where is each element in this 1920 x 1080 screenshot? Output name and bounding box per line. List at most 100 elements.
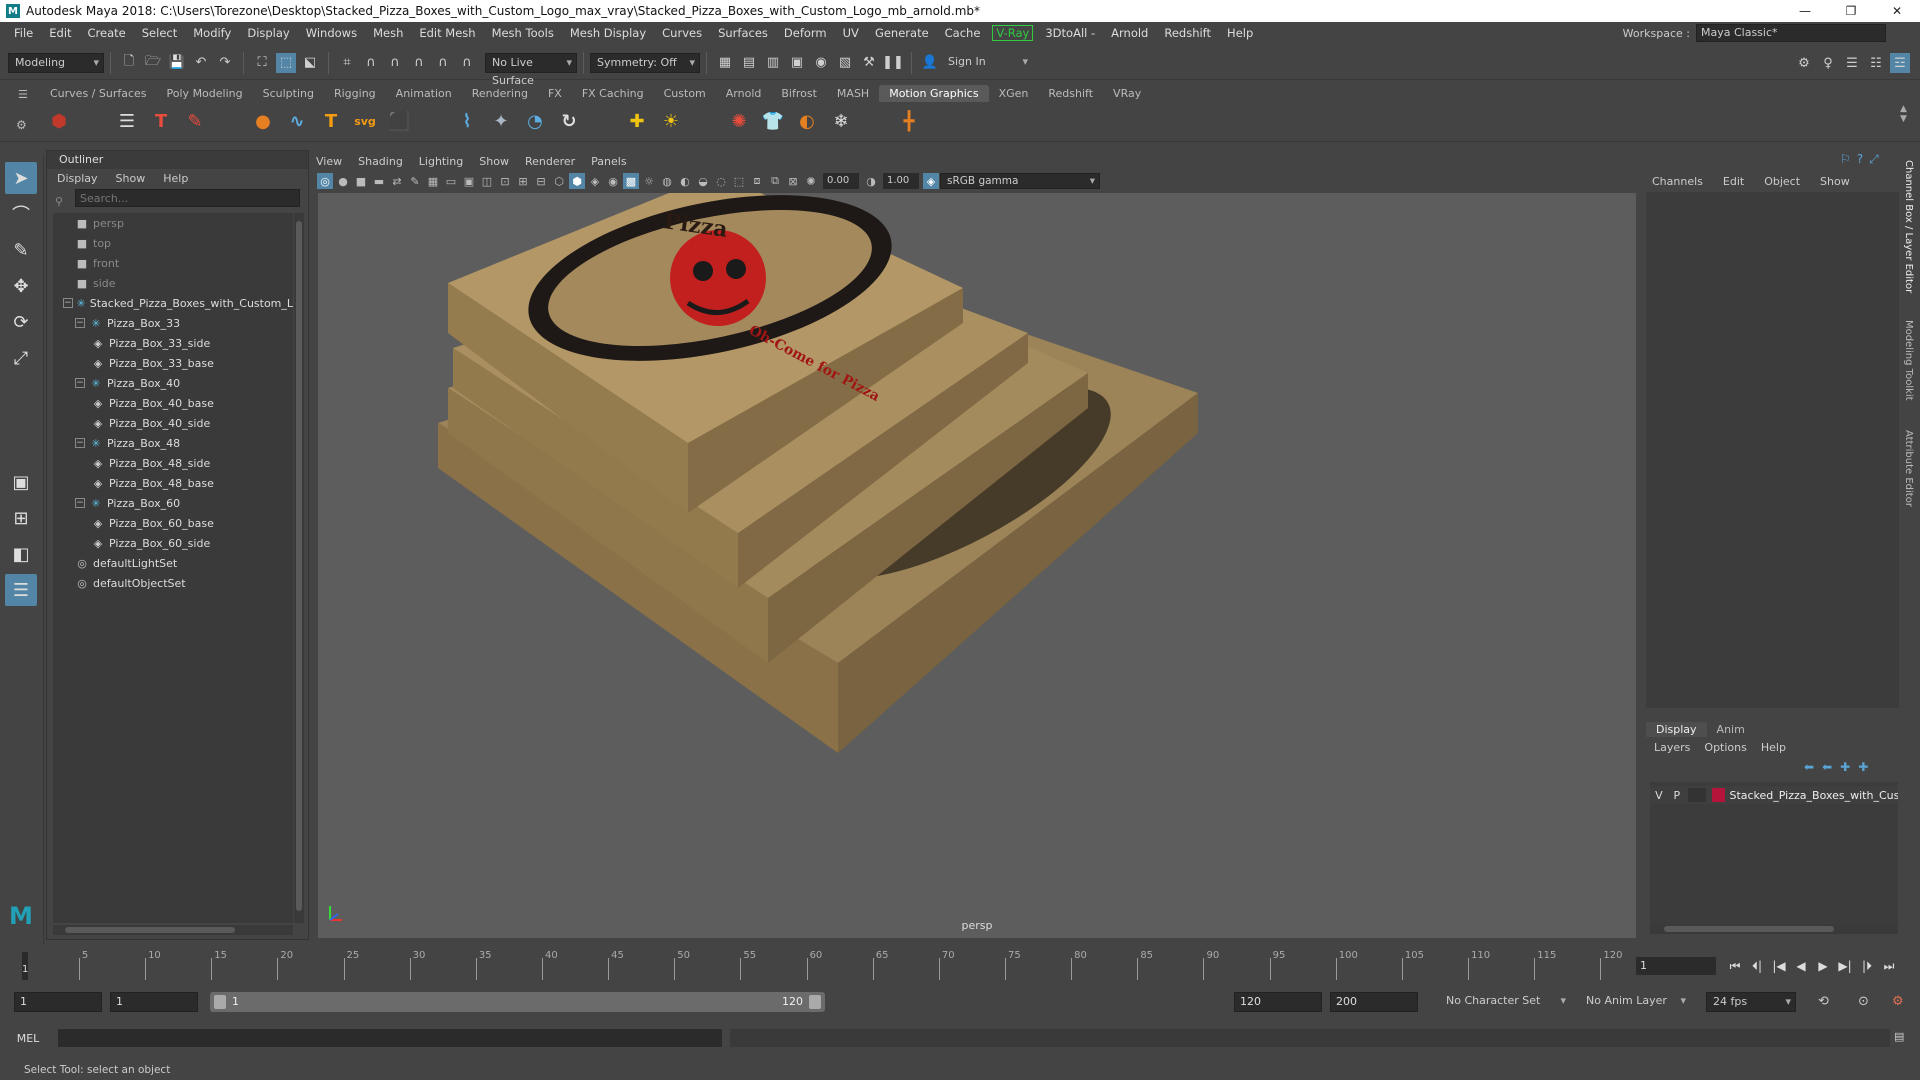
- viewport-menu-shading[interactable]: Shading: [358, 155, 403, 168]
- menu-deform[interactable]: Deform: [776, 26, 835, 40]
- go-to-end-icon[interactable]: ⏭: [1878, 959, 1900, 974]
- svg-icon[interactable]: svg: [350, 106, 380, 136]
- xray-joints-icon[interactable]: ⧉: [767, 173, 783, 189]
- viewport-menu-show[interactable]: Show: [479, 155, 509, 168]
- light-icon[interactable]: ☀: [656, 106, 686, 136]
- scrollbar-thumb[interactable]: [296, 221, 302, 911]
- step-forward-key-icon[interactable]: |⏵: [1856, 959, 1878, 974]
- tree-node-pizza-box-33[interactable]: − ✳ Pizza_Box_33: [53, 313, 293, 333]
- menu-mesh-tools[interactable]: Mesh Tools: [484, 26, 562, 40]
- shelf-tab-sculpting[interactable]: Sculpting: [253, 85, 324, 102]
- tree-node-default-object-set[interactable]: ◎ defaultObjectSet: [53, 573, 293, 593]
- locator-icon[interactable]: ╋: [894, 106, 924, 136]
- render-settings-icon[interactable]: ▣: [787, 53, 807, 73]
- depth-of-field-icon[interactable]: ◌: [713, 173, 729, 189]
- move-layer-down-icon[interactable]: ⬅: [1822, 760, 1832, 774]
- go-to-start-icon[interactable]: ⏮: [1724, 959, 1746, 974]
- repro-icon[interactable]: ◔: [520, 106, 550, 136]
- tree-node-persp[interactable]: ■ persp: [53, 213, 293, 233]
- tree-node-pizza-box-40-side[interactable]: ◈ Pizza_Box_40_side: [53, 413, 293, 433]
- snap-surface-icon[interactable]: ∩: [433, 53, 453, 73]
- layer-row[interactable]: V P Stacked_Pizza_Boxes_with_Cus: [1650, 786, 1898, 804]
- snap-live-icon[interactable]: ∩: [457, 53, 477, 73]
- motion-blur-icon[interactable]: ◐: [677, 173, 693, 189]
- snap-grid-icon[interactable]: ⌗: [337, 53, 357, 73]
- box-icon[interactable]: ⬛: [384, 106, 414, 136]
- filter-icon[interactable]: ⚲: [55, 195, 63, 208]
- character-set-dropdown[interactable]: No Character Set: [1440, 992, 1570, 1012]
- sphere-icon[interactable]: ●: [248, 106, 278, 136]
- tree-node-pizza-box-40-base[interactable]: ◈ Pizza_Box_40_base: [53, 393, 293, 413]
- layer-playback-toggle[interactable]: P: [1668, 789, 1686, 802]
- two-d-pan-icon[interactable]: ⇄: [389, 173, 405, 189]
- bookmark-icon[interactable]: ■: [353, 173, 369, 189]
- save-scene-icon[interactable]: 💾: [167, 53, 187, 73]
- close-button[interactable]: ✕: [1874, 0, 1920, 22]
- expand-icon[interactable]: ⤢: [1869, 152, 1879, 167]
- lasso-tool-icon[interactable]: ⌒: [5, 198, 37, 230]
- dynamics-icon[interactable]: ⌇: [452, 106, 482, 136]
- channel-menu-channels[interactable]: Channels: [1652, 175, 1703, 188]
- paint-select-tool-icon[interactable]: ✎: [5, 234, 37, 266]
- layer-menu-layers[interactable]: Layers: [1654, 741, 1690, 754]
- playback-start-field[interactable]: 1: [110, 992, 198, 1012]
- exposure-icon[interactable]: ✺: [803, 173, 819, 189]
- fps-dropdown[interactable]: 24 fps: [1706, 992, 1796, 1012]
- open-scene-icon[interactable]: 🗁: [143, 53, 163, 73]
- shelf-tab-mash[interactable]: MASH: [827, 85, 879, 102]
- menu-modify[interactable]: Modify: [185, 26, 239, 40]
- safe-title-icon[interactable]: ⊟: [533, 173, 549, 189]
- mel-input[interactable]: [58, 1029, 722, 1047]
- shelf-tab-fx[interactable]: FX: [538, 85, 572, 102]
- menu-curves[interactable]: Curves: [654, 26, 710, 40]
- animation-end-field[interactable]: 200: [1330, 992, 1418, 1012]
- scrollbar-thumb[interactable]: [65, 927, 235, 933]
- menu-set-dropdown[interactable]: Modeling: [8, 52, 104, 73]
- step-back-frame-icon[interactable]: |◀: [1768, 959, 1790, 973]
- tree-node-pizza-box-48[interactable]: − ✳ Pizza_Box_48: [53, 433, 293, 453]
- anti-aliasing-icon[interactable]: ◒: [695, 173, 711, 189]
- play-backwards-icon[interactable]: ◀: [1790, 959, 1812, 973]
- mash-network-icon[interactable]: ⬢: [44, 106, 74, 136]
- single-view-layout-icon[interactable]: ▣: [5, 466, 37, 498]
- select-tool-icon[interactable]: ➤: [5, 162, 37, 194]
- shelf-tab-rendering[interactable]: Rendering: [462, 85, 538, 102]
- range-start-handle[interactable]: [214, 995, 226, 1009]
- outliner-search-input[interactable]: [75, 189, 300, 207]
- outliner-menu-show[interactable]: Show: [116, 172, 146, 185]
- animation-start-field[interactable]: 1: [14, 992, 102, 1012]
- collapse-toggle[interactable]: −: [75, 498, 85, 508]
- menu-help[interactable]: Help: [1219, 26, 1261, 40]
- field-chart-icon[interactable]: ⊡: [497, 173, 513, 189]
- pause-icon[interactable]: ❚❚: [882, 53, 904, 73]
- shelf-scroll-icon[interactable]: ▲ ▼: [1900, 104, 1907, 124]
- color-management-icon[interactable]: ◈: [923, 173, 939, 189]
- layer-menu-help[interactable]: Help: [1761, 741, 1786, 754]
- shelf-tab-rigging[interactable]: Rigging: [324, 85, 386, 102]
- tree-node-root-group[interactable]: − ✳ Stacked_Pizza_Boxes_with_Custom_Lo: [53, 293, 293, 313]
- ambient-occlusion-icon[interactable]: ◍: [659, 173, 675, 189]
- tree-node-pizza-box-60-base[interactable]: ◈ Pizza_Box_60_base: [53, 513, 293, 533]
- four-view-layout-icon[interactable]: ⊞: [5, 502, 37, 534]
- auto-key-icon[interactable]: ⊙: [1858, 994, 1869, 1009]
- light-editor-icon[interactable]: ⚒: [859, 53, 879, 73]
- cloth-icon[interactable]: 👕: [758, 106, 788, 136]
- select-component-icon[interactable]: ⬕: [300, 53, 320, 73]
- viewport-menu-panels[interactable]: Panels: [591, 155, 626, 168]
- range-end-handle[interactable]: [809, 995, 821, 1009]
- viewport-menu-view[interactable]: View: [316, 155, 342, 168]
- snap-point-icon[interactable]: ∩: [385, 53, 405, 73]
- particle-icon[interactable]: ❄: [826, 106, 856, 136]
- animation-prefs-icon[interactable]: ⚙: [1892, 994, 1904, 1009]
- workspace-dropdown[interactable]: Maya Classic*: [1696, 24, 1886, 42]
- menu-file[interactable]: File: [6, 26, 41, 40]
- menu-uv[interactable]: UV: [835, 26, 867, 40]
- tree-node-pizza-box-48-base[interactable]: ◈ Pizza_Box_48_base: [53, 473, 293, 493]
- snap-view-icon[interactable]: ∩: [409, 53, 429, 73]
- tree-node-pizza-box-60[interactable]: − ✳ Pizza_Box_60: [53, 493, 293, 513]
- menu-redshift[interactable]: Redshift: [1156, 26, 1219, 40]
- xray-icon[interactable]: ⧈: [749, 173, 765, 189]
- ipr-render-icon[interactable]: ▥: [763, 53, 783, 73]
- menu-mesh-display[interactable]: Mesh Display: [562, 26, 654, 40]
- character-controls-icon[interactable]: ♀: [1818, 53, 1838, 73]
